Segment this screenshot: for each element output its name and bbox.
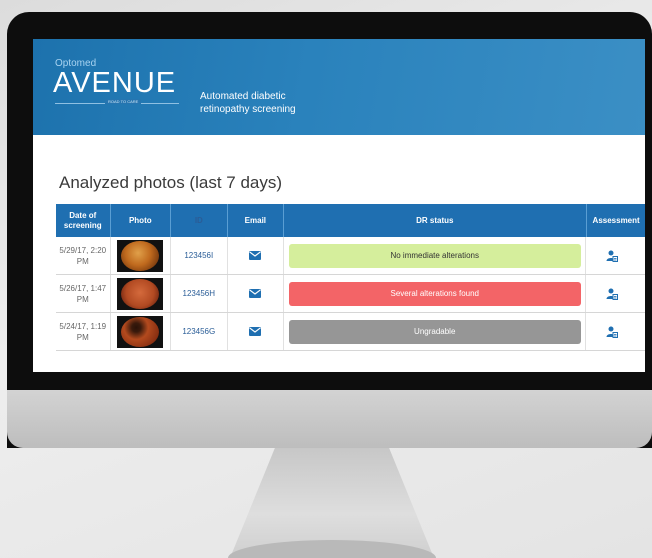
person-assessment-icon[interactable]	[606, 326, 619, 338]
row-assessment-button[interactable]	[586, 313, 645, 350]
row-email-button[interactable]	[228, 313, 285, 350]
person-assessment-icon[interactable]	[606, 288, 619, 300]
row-date: 5/24/17, 1:19 PM	[56, 313, 111, 350]
table-row[interactable]: 5/29/17, 2:20 PM 123456I No immediate al…	[56, 237, 645, 275]
header-dr-status[interactable]: DR status	[284, 204, 587, 237]
product-logo: AVENUE	[53, 67, 177, 99]
header-date[interactable]: Date of screening	[56, 204, 111, 237]
header-banner: Optomed AVENUE ROAD TO CARE Automated di…	[33, 39, 645, 135]
row-id-link[interactable]: 123456I	[171, 237, 228, 274]
envelope-icon[interactable]	[249, 327, 262, 336]
fundus-photo-thumbnail[interactable]	[117, 239, 164, 272]
table-row[interactable]: 5/26/17, 1:47 PM 123456H Several alterat…	[56, 275, 645, 313]
logo-subtag: ROAD TO CARE	[105, 99, 142, 104]
row-assessment-button[interactable]	[586, 237, 645, 274]
row-id-link[interactable]: 123456H	[171, 275, 228, 312]
envelope-icon[interactable]	[249, 251, 262, 260]
row-email-button[interactable]	[228, 275, 285, 312]
envelope-icon[interactable]	[249, 289, 262, 298]
monitor-frame: Optomed AVENUE ROAD TO CARE Automated di…	[7, 12, 652, 448]
header-email[interactable]: Email	[228, 204, 285, 237]
screen: Optomed AVENUE ROAD TO CARE Automated di…	[33, 39, 645, 372]
row-photo[interactable]	[111, 275, 172, 312]
row-email-button[interactable]	[228, 237, 285, 274]
row-photo[interactable]	[111, 313, 172, 350]
table-header: Date of screening Photo ID Email DR stat…	[56, 204, 645, 237]
fundus-photo-thumbnail[interactable]	[117, 315, 164, 348]
product-tagline: Automated diabetic retinopathy screening	[200, 91, 296, 115]
analyzed-photos-table: Date of screening Photo ID Email DR stat…	[56, 204, 645, 351]
row-dr-status: No immediate alterations	[284, 237, 587, 274]
person-assessment-icon[interactable]	[606, 250, 619, 262]
header-assessment[interactable]: Assessment	[587, 204, 645, 237]
table-row[interactable]: 5/24/17, 1:19 PM 123456G Ungradable	[56, 313, 645, 351]
row-photo[interactable]	[111, 237, 172, 274]
page-title: Analyzed photos (last 7 days)	[59, 173, 283, 192]
row-dr-status: Ungradable	[284, 313, 587, 350]
status-badge: No immediate alterations	[288, 243, 581, 268]
row-dr-status: Several alterations found	[284, 275, 587, 312]
status-badge: Ungradable	[288, 319, 581, 344]
monitor-chin	[7, 390, 652, 448]
row-id-link[interactable]: 123456G	[171, 313, 228, 350]
row-assessment-button[interactable]	[586, 275, 645, 312]
row-date: 5/26/17, 1:47 PM	[56, 275, 111, 312]
header-id[interactable]: ID	[171, 204, 228, 237]
status-badge: Several alterations found	[288, 281, 581, 306]
row-date: 5/29/17, 2:20 PM	[56, 237, 111, 274]
fundus-photo-thumbnail[interactable]	[117, 277, 164, 310]
header-photo[interactable]: Photo	[111, 204, 172, 237]
